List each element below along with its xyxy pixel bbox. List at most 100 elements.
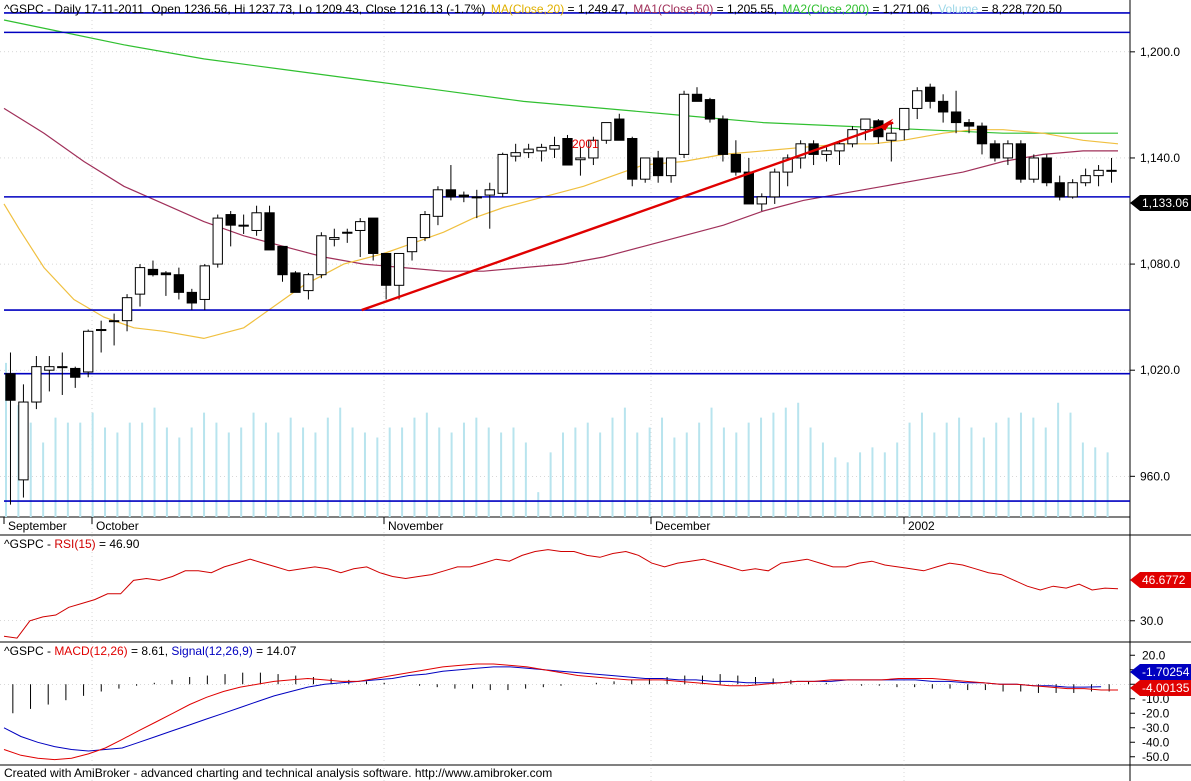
candle-body [1067, 182, 1078, 198]
rsi-tick-label: 30.0 [1140, 614, 1164, 628]
candle-body [83, 330, 94, 373]
candle-body [18, 401, 29, 481]
macd-tick-label: 20.0 [1142, 648, 1166, 662]
candle-body [432, 189, 444, 217]
candle-body [303, 274, 314, 292]
candle-body [31, 366, 42, 403]
candle-body [925, 86, 936, 102]
candle-body [44, 366, 55, 371]
candle-body [1015, 143, 1027, 180]
candle-body [575, 157, 586, 161]
candle-body [704, 99, 716, 120]
candle-body [730, 153, 742, 173]
candle-body [251, 212, 262, 231]
candle-body [1028, 157, 1039, 180]
price-title: ^GSPC - Daily 17-11-2011 Open 1236.56, H… [4, 2, 1062, 16]
candle-body [277, 245, 288, 276]
candle-body [717, 118, 729, 155]
rsi-title: ^GSPC - RSI(15) = 46.90 [4, 537, 140, 551]
candle-body [1054, 182, 1065, 198]
date-axis-label: November [388, 519, 443, 533]
candle-body [393, 252, 405, 286]
price-tick-label: 1,020.0 [1140, 363, 1180, 377]
candle-body [355, 221, 366, 231]
candle-body [1106, 169, 1117, 172]
chart-background [0, 0, 1191, 781]
candle-body [57, 366, 68, 369]
candle-body [380, 252, 392, 286]
date-axis-label: 2002 [908, 519, 935, 533]
candle-body [329, 237, 340, 240]
candle-body [912, 90, 923, 109]
macd-tick-label: -20.0 [1142, 706, 1170, 720]
candle-body [614, 118, 625, 141]
candle-body [199, 265, 210, 300]
candle-body [342, 231, 353, 234]
candle-body [458, 194, 470, 198]
candle-body [860, 118, 871, 131]
macd-last-label: -4.00135 [1142, 681, 1190, 695]
candle-body [691, 93, 703, 102]
candle-body [510, 152, 521, 157]
candle-body [419, 214, 431, 239]
candle-body [134, 267, 146, 295]
candle-body [290, 272, 301, 293]
candle-body [834, 143, 845, 152]
candle-body [536, 146, 547, 152]
macd-tick-label: -40.0 [1142, 735, 1170, 749]
candle-body [769, 171, 780, 198]
candle-body [147, 268, 159, 276]
candle-body [652, 157, 664, 177]
price-tick-label: 1,080.0 [1140, 257, 1180, 271]
candle-body [173, 274, 185, 293]
last-price-label: 1,133.06 [1142, 196, 1189, 210]
candle-body [937, 100, 949, 113]
candle-body [160, 272, 172, 276]
candle-body [665, 157, 677, 177]
candle-body [756, 196, 767, 205]
candle-body [601, 122, 612, 141]
candle-body [95, 329, 107, 332]
candle-body [562, 138, 573, 166]
candle-body [471, 196, 482, 199]
candle-body [5, 373, 16, 401]
candle-body [678, 93, 690, 155]
candle-body [121, 297, 133, 322]
price-tick-label: 960.0 [1140, 469, 1170, 483]
candle-body [406, 237, 418, 253]
macd-title: ^GSPC - MACD(12,26) = 8.61, Signal(12,26… [4, 644, 297, 658]
candle-body [238, 224, 249, 227]
candle-body [899, 107, 910, 131]
candle-body [976, 125, 988, 145]
candle-body [497, 153, 508, 194]
price-tick-label: 1,200.0 [1140, 45, 1180, 59]
stock-chart: 1,200.0 1,140.0 1,080.0 1,020.0 960.0 Septem… [0, 0, 1191, 781]
date-axis-label: September [8, 519, 67, 533]
date-axis-label: December [655, 519, 710, 533]
candle-body [108, 320, 120, 323]
candle-body [549, 145, 560, 150]
candle-body [70, 367, 81, 378]
year-annotation: 2001 [572, 137, 599, 151]
candle-body [1002, 143, 1014, 159]
candle-body [989, 143, 1001, 159]
candle-body [743, 171, 754, 205]
candle-body [627, 138, 638, 180]
candle-body [368, 217, 379, 254]
candle-body [963, 122, 975, 127]
macd-tick-label: -30.0 [1142, 721, 1170, 735]
signal-last-label: -1.70254 [1142, 665, 1190, 679]
candle-body [821, 150, 832, 155]
candle-body [225, 214, 236, 226]
footer-credit: Created with AmiBroker - advanced charti… [4, 766, 552, 780]
candle-body [445, 189, 457, 198]
candle-body [186, 291, 197, 304]
candle-body [484, 189, 495, 196]
candle-body [212, 217, 223, 265]
candle-body [886, 132, 897, 141]
candle-body [1080, 175, 1091, 184]
date-axis-label: October [96, 519, 139, 533]
candle-body [523, 148, 534, 154]
rsi-last-label: 46.6772 [1142, 573, 1186, 587]
candle-body [1041, 157, 1052, 184]
